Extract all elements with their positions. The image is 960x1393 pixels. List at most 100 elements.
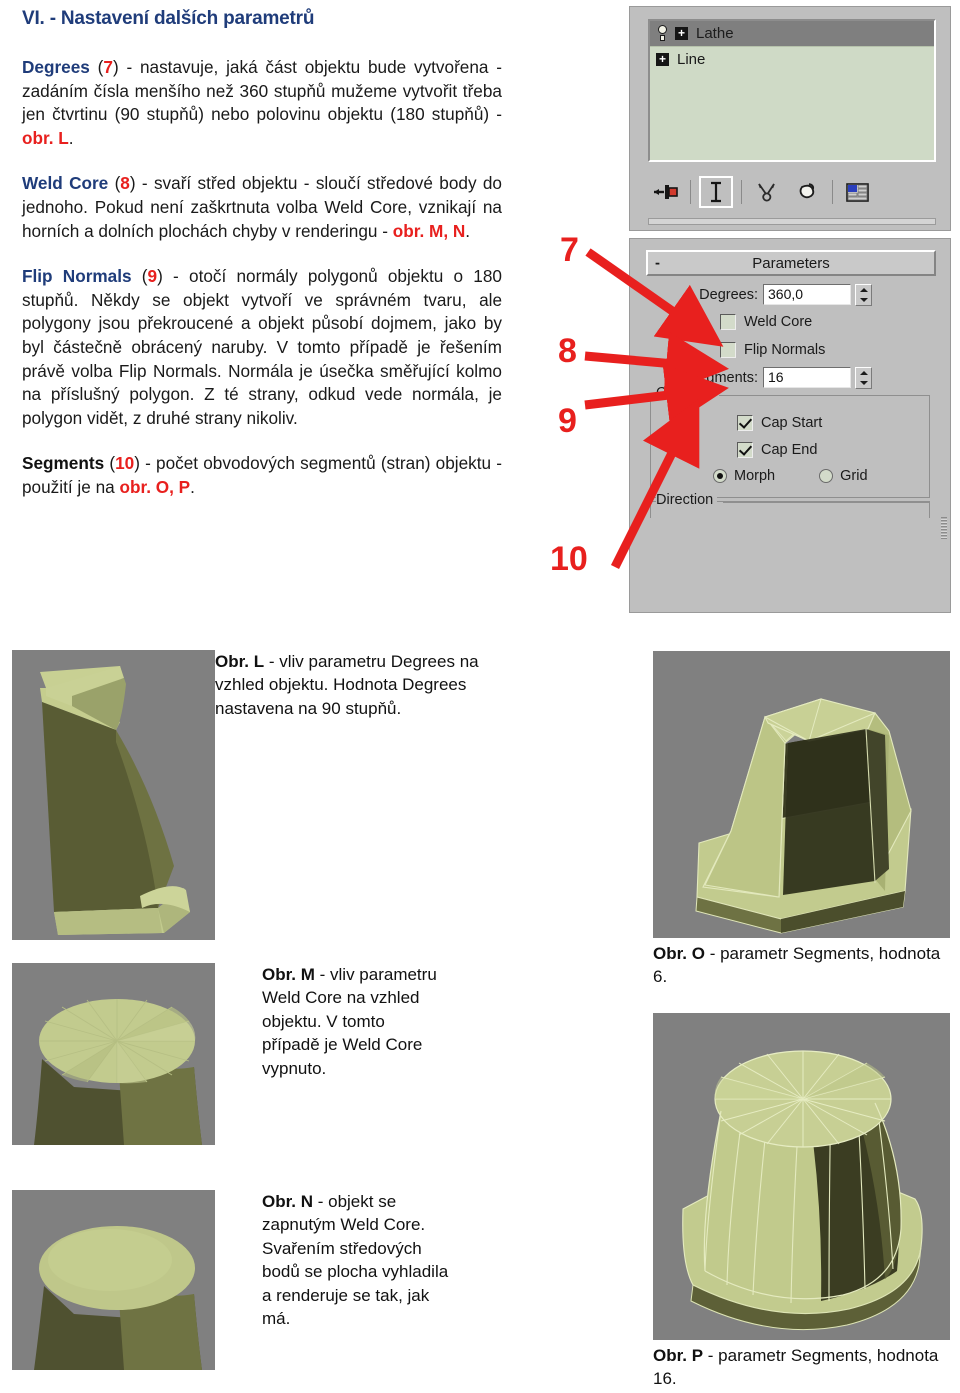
term-weld-core: Weld Core — [22, 173, 109, 194]
toolbar-separator — [741, 180, 742, 204]
callout-ref-9: 9 — [147, 266, 158, 287]
make-unique-icon[interactable] — [750, 176, 784, 208]
degrees-field[interactable]: 360,0 — [763, 284, 851, 305]
parameters-rollout-title: Parameters — [752, 254, 830, 272]
callout-ref-8: 8 — [120, 173, 130, 194]
figure-M-caption: Obr. M - vliv parametru Weld Core na vzh… — [262, 963, 447, 1080]
segments-spinner[interactable] — [855, 366, 872, 389]
modifier-stack-item-label: Line — [677, 50, 706, 68]
grid-radio-row[interactable]: Grid — [819, 468, 868, 484]
weld-core-checkbox[interactable] — [720, 314, 736, 330]
figure-M-image — [12, 963, 215, 1145]
cap-end-row[interactable]: Cap End — [651, 436, 929, 463]
grid-label: Grid — [840, 468, 868, 484]
parameters-rollout-panel: - Parameters Degrees: 360,0 Weld Core Fl… — [629, 238, 951, 613]
figure-ref-L: obr. L — [22, 127, 69, 148]
modifier-stack-item-lathe[interactable]: + Lathe — [650, 21, 934, 46]
panel-resize-grip[interactable] — [941, 517, 947, 539]
figure-O-image — [653, 651, 950, 938]
callout-ref-10: 10 — [115, 453, 135, 474]
paragraph-weld-core: Weld Core (8) - svaří střed objektu - sl… — [22, 172, 502, 243]
collapse-minus-icon[interactable]: - — [655, 255, 660, 272]
flip-normals-checkbox[interactable] — [720, 342, 736, 358]
paragraph-segments: Segments (10) - počet obvodových segment… — [22, 452, 502, 499]
figure-N-caption-label: Obr. N — [262, 1192, 314, 1211]
parameters-rollout-header[interactable]: - Parameters — [646, 250, 936, 276]
figure-ref-OP: obr. O, P — [119, 476, 191, 497]
callout-number-10: 10 — [550, 540, 588, 578]
cap-start-checkbox[interactable] — [737, 414, 753, 431]
callout-number-7: 7 — [560, 231, 579, 269]
figure-P-caption-label: Obr. P — [653, 1346, 704, 1365]
remove-modifier-icon[interactable] — [790, 176, 824, 208]
modifier-stack-panel: + Lathe + Line — [629, 6, 951, 231]
lightbulb-icon[interactable] — [656, 25, 670, 42]
cap-start-label: Cap Start — [761, 414, 823, 431]
modifier-stack-list[interactable]: + Lathe + Line — [648, 19, 936, 162]
morph-radio[interactable] — [713, 469, 727, 483]
cap-start-row[interactable]: Cap Start — [651, 409, 929, 436]
morph-label: Morph — [734, 468, 776, 484]
modifier-stack-item-line[interactable]: + Line — [650, 46, 934, 71]
parameters-body: Degrees: 360,0 Weld Core Flip Normals Se… — [646, 281, 936, 612]
figure-P-image — [653, 1013, 950, 1340]
segments-label: Segments: — [688, 369, 758, 386]
direction-group-title: Direction — [656, 492, 718, 508]
paragraph-segments-end: . — [190, 476, 195, 497]
term-segments: Segments — [22, 453, 105, 474]
flip-normals-label: Flip Normals — [744, 342, 826, 358]
figure-M-caption-label: Obr. M — [262, 965, 315, 984]
figure-L-image — [12, 650, 215, 940]
paragraph-degrees-body: ) - nastavuje, jaká část objektu bude vy… — [22, 57, 502, 125]
figure-ref-MN: obr. M, N — [392, 220, 466, 241]
figure-O-caption: Obr. O - parametr Segments, hodnota 6. — [653, 942, 953, 989]
cap-end-checkbox[interactable] — [737, 441, 753, 458]
panel-scrollbar[interactable] — [648, 218, 936, 225]
figure-L-caption: Obr. L - vliv parametru Degrees na vzhle… — [215, 650, 480, 720]
figure-N-caption-text: - objekt se zapnutým Weld Core. Svařením… — [262, 1192, 449, 1329]
max-command-panel: + Lathe + Line - Parameters Degrees: 360… — [629, 6, 951, 613]
degrees-spinner[interactable] — [855, 283, 872, 306]
figure-P-caption: Obr. P - parametr Segments, hodnota 16. — [653, 1344, 953, 1391]
pin-stack-icon[interactable] — [648, 176, 682, 208]
paragraph-degrees: Degrees (7) - nastavuje, jaká část objek… — [22, 56, 502, 150]
callout-number-9: 9 — [558, 402, 577, 440]
figure-L-caption-label: Obr. L — [215, 652, 265, 671]
paragraph-flip-normals: Flip Normals (9) - otočí normály polygon… — [22, 265, 502, 430]
term-flip-normals: Flip Normals — [22, 266, 132, 287]
segments-control[interactable]: 16 — [763, 366, 872, 389]
configure-modifier-sets-icon[interactable] — [841, 176, 875, 208]
capping-group-title: Capping — [656, 385, 715, 401]
show-end-result-icon[interactable] — [699, 176, 733, 208]
figure-N-caption: Obr. N - objekt se zapnutým Weld Core. S… — [262, 1190, 457, 1330]
grid-radio[interactable] — [819, 469, 834, 483]
flip-normals-row[interactable]: Flip Normals — [646, 336, 936, 364]
degrees-control[interactable]: 360,0 — [763, 283, 872, 306]
term-degrees: Degrees — [22, 57, 90, 77]
figure-N-image — [12, 1190, 215, 1370]
expand-plus-icon[interactable]: + — [675, 27, 688, 40]
paragraph-weld-core-end: . — [465, 220, 471, 241]
toolbar-separator — [690, 180, 691, 204]
callout-ref-7: 7 — [103, 57, 113, 77]
direction-group: Direction — [650, 492, 930, 518]
weld-core-row[interactable]: Weld Core — [646, 308, 936, 336]
paragraph-degrees-end: . — [68, 127, 74, 148]
degrees-label: Degrees: — [699, 286, 758, 303]
modifier-stack-item-label: Lathe — [696, 25, 734, 42]
paragraph-flip-normals-body: ) - otočí normály polygonů objektu o 180… — [22, 266, 502, 428]
capping-group: Capping Cap Start Cap End Morph Grid — [650, 385, 930, 498]
morph-radio-row[interactable]: Morph — [713, 468, 775, 484]
toolbar-separator — [832, 180, 833, 204]
article-text-column: VI. - Nastavení dalších parametrů Degree… — [22, 8, 502, 500]
segments-field[interactable]: 16 — [763, 367, 851, 388]
degrees-row: Degrees: 360,0 — [646, 281, 936, 308]
figure-O-caption-label: Obr. O — [653, 944, 705, 963]
expand-plus-icon[interactable]: + — [656, 52, 669, 66]
modifier-stack-toolbar — [648, 172, 936, 212]
page-title: VI. - Nastavení dalších parametrů — [22, 8, 315, 29]
weld-core-label: Weld Core — [744, 314, 813, 330]
cap-end-label: Cap End — [761, 441, 818, 458]
callout-number-8: 8 — [558, 332, 577, 370]
cap-type-radio-group: Morph Grid — [651, 463, 929, 489]
